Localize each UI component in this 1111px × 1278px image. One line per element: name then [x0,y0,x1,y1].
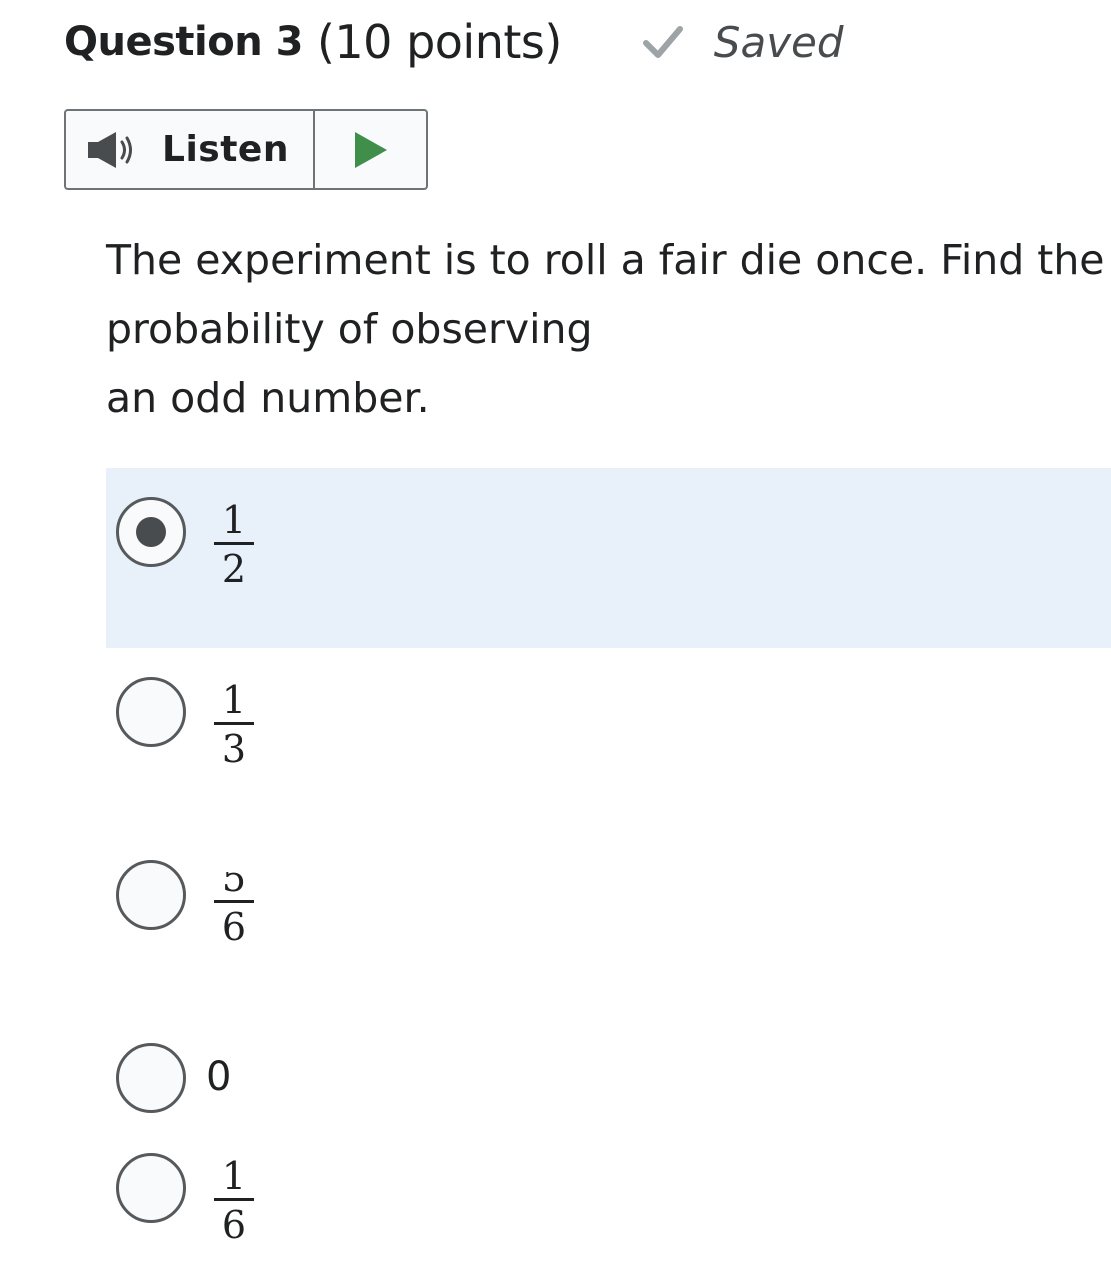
fraction-answer: 1 6 [214,1156,254,1245]
question-points: (10 points) [316,15,562,69]
fraction-bar [214,722,254,725]
answer-option-5[interactable]: 1 6 [106,1138,1111,1268]
question-line: an odd number. [106,374,430,422]
question-line: probability of observing [106,305,593,353]
listen-label: Listen [162,129,289,170]
fraction-answer: 1 2 [214,500,254,589]
question-line: The experiment is to roll a fair die onc… [106,236,1105,284]
radio-button[interactable] [116,677,186,747]
listen-button[interactable]: Listen [66,111,315,188]
answer-value: 0 [206,1054,232,1100]
radio-button[interactable] [116,1043,186,1113]
answer-option-2[interactable]: 1 3 [106,648,1111,808]
radio-button[interactable] [116,860,186,930]
answer-option-4[interactable]: 0 [106,1028,1111,1128]
question-header: Question 3 (10 points) Saved [64,12,844,72]
fraction-numerator: 1 [221,1154,247,1198]
play-icon [353,130,389,170]
answer-option-1[interactable]: 1 2 [106,468,1111,648]
fraction-answer: 1 3 [214,680,254,769]
fraction-numerator: 1 [221,678,247,722]
fraction-bar [214,900,254,903]
fraction-numerator: 5 [222,872,246,898]
speaker-icon [86,128,138,172]
fraction-denominator: 3 [221,727,247,771]
saved-label: Saved [713,17,844,67]
fraction-answer: 5 6 [214,872,254,947]
fraction-bar [214,542,254,545]
fraction-denominator: 6 [221,905,247,949]
checkmark-icon [642,21,684,63]
radio-button[interactable] [116,1153,186,1223]
radio-button[interactable] [116,497,186,567]
fraction-denominator: 2 [221,547,247,591]
fraction-numerator-text: 5 [221,872,247,898]
radio-selected-dot [136,517,166,547]
fraction-bar [214,1198,254,1201]
answer-option-3[interactable]: 5 6 [106,828,1111,988]
fraction-denominator: 6 [221,1203,247,1247]
fraction-numerator: 1 [221,498,247,542]
play-button[interactable] [315,111,426,188]
saved-status: Saved [642,18,844,67]
listen-toolbar: Listen [64,109,428,190]
question-number: Question 3 [64,19,303,65]
question-prompt: The experiment is to roll a fair die onc… [106,226,1111,433]
